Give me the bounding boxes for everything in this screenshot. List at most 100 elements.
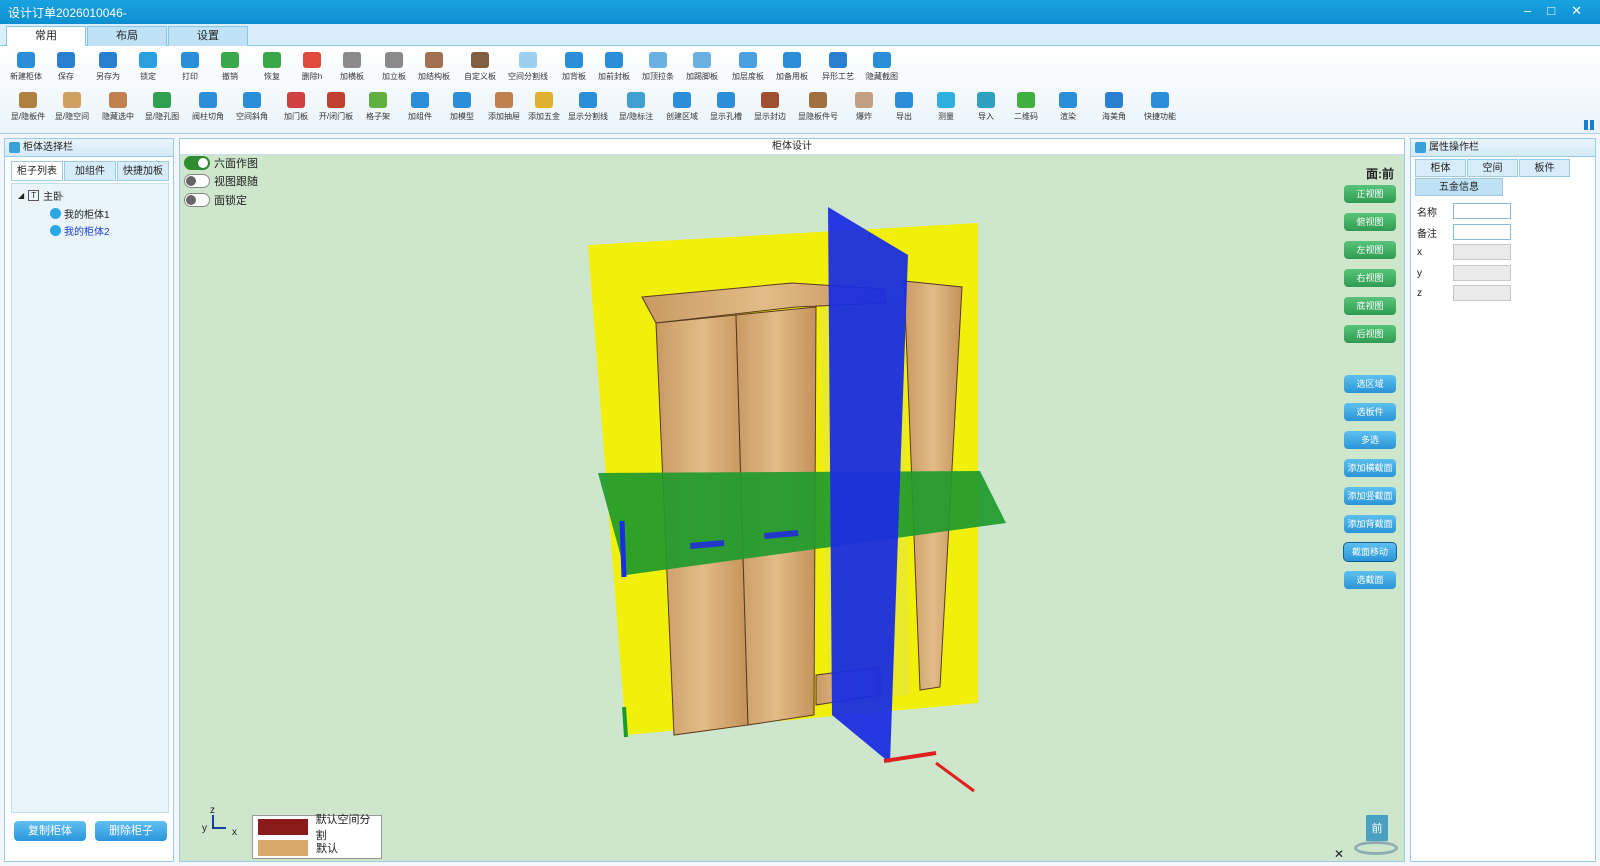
view-button[interactable]: 右视图 xyxy=(1344,269,1396,287)
toolbar-button[interactable]: 导出 xyxy=(882,92,926,122)
tree-item-cabinet-2[interactable]: 我的柜体2 xyxy=(50,223,110,238)
toolbar-button[interactable]: 加模型 xyxy=(440,92,484,122)
tab-quick-board[interactable]: 快捷加板 xyxy=(117,161,169,181)
view-button[interactable]: 底视图 xyxy=(1344,297,1396,315)
y-field[interactable] xyxy=(1453,265,1511,281)
tab-cabinet[interactable]: 柜体 xyxy=(1415,159,1466,177)
tab-layout[interactable]: 布局 xyxy=(87,26,167,46)
explode-icon xyxy=(855,92,873,108)
view-button[interactable]: 后视图 xyxy=(1344,325,1396,343)
toolbar-button[interactable]: 显/隐空间 xyxy=(50,92,94,122)
action-button[interactable]: 选截面 xyxy=(1344,571,1396,589)
x-field[interactable] xyxy=(1453,244,1511,260)
cabinet-icon xyxy=(50,225,61,236)
remark-field[interactable] xyxy=(1453,224,1511,240)
toolbar-button[interactable]: 保存 xyxy=(44,52,88,82)
toolbar-button[interactable]: 加层度板 xyxy=(726,52,770,82)
tab-add-component[interactable]: 加组件 xyxy=(64,161,116,181)
toolbar-button[interactable]: 隐藏截图 xyxy=(860,52,904,82)
copy-cabinet-button[interactable]: 复制柜体 xyxy=(14,821,86,841)
view-button[interactable]: 正视图 xyxy=(1344,185,1396,203)
action-button[interactable]: 添加横截面 xyxy=(1344,459,1396,477)
toolbar-button[interactable]: 加横板 xyxy=(330,52,374,82)
toolbar-button[interactable]: 格子架 xyxy=(356,92,400,122)
tab-space[interactable]: 空间 xyxy=(1467,159,1518,177)
prop-row-x: x xyxy=(1417,244,1511,260)
toolbar-button[interactable]: 自定义板 xyxy=(458,52,502,82)
toolbar-button[interactable]: 加组件 xyxy=(398,92,442,122)
toolbar-button[interactable]: 显示孔槽 xyxy=(704,92,748,122)
toolbar-button[interactable]: 爆炸 xyxy=(842,92,886,122)
toolbar-button-label: 加顶拉条 xyxy=(642,72,674,81)
collapse-arrow-icon[interactable]: ◢ xyxy=(18,191,24,200)
toolbar-button[interactable]: 新建柜体 xyxy=(4,52,48,82)
minimize-button[interactable]: – xyxy=(1524,3,1531,19)
tree-item-cabinet-1[interactable]: 我的柜体1 xyxy=(50,206,110,221)
toolbar-button[interactable]: 加备用板 xyxy=(770,52,814,82)
toolbar-button[interactable]: 空间分割线 xyxy=(506,52,550,82)
action-button[interactable]: 截面移动 xyxy=(1343,542,1397,562)
toolbar-button[interactable]: 加立板 xyxy=(372,52,416,82)
toolbar-button[interactable]: 海美角 xyxy=(1092,92,1136,122)
add-hardware-icon xyxy=(535,92,553,108)
delete-cabinet-button[interactable]: 删除柜子 xyxy=(95,821,167,841)
cabinet-3d-scene[interactable] xyxy=(180,155,1404,861)
tab-settings[interactable]: 设置 xyxy=(168,26,248,46)
toolbar-button[interactable]: 开/闭门板 xyxy=(314,92,358,122)
toolbar-button[interactable]: 打印 xyxy=(168,52,212,82)
toolbar-button[interactable]: 加背板 xyxy=(552,52,596,82)
toolbar-button[interactable]: 加结构板 xyxy=(412,52,456,82)
toolbar-button[interactable]: 锁定 xyxy=(126,52,170,82)
tab-cabinet-list[interactable]: 柜子列表 xyxy=(11,161,63,181)
action-button[interactable]: 选区域 xyxy=(1344,375,1396,393)
toolbar-button[interactable]: 阀柱切角 xyxy=(186,92,230,122)
toolbar-button[interactable]: 加踢脚板 xyxy=(680,52,724,82)
view-cube-front[interactable]: 前 xyxy=(1366,815,1388,841)
toolbar-button[interactable]: 显/隐板件 xyxy=(6,92,50,122)
toolbar-button[interactable]: 加前封板 xyxy=(592,52,636,82)
view-button[interactable]: 左视图 xyxy=(1344,241,1396,259)
action-button[interactable]: 添加竖截面 xyxy=(1344,487,1396,505)
toolbar-button[interactable]: 异形工艺 xyxy=(816,52,860,82)
close-button[interactable]: ✕ xyxy=(1571,3,1582,19)
view-button[interactable]: 俯视图 xyxy=(1344,213,1396,231)
create-area-icon xyxy=(673,92,691,108)
toolbar-button[interactable]: 渲染 xyxy=(1046,92,1090,122)
close-viewport-icon[interactable]: ✕ xyxy=(1334,847,1344,861)
toolbar-button[interactable]: 撤销 xyxy=(208,52,252,82)
toolbar-button[interactable]: 另存为 xyxy=(86,52,130,82)
z-field[interactable] xyxy=(1453,285,1511,301)
toolbar-button[interactable]: 快捷功能 xyxy=(1138,92,1182,122)
toolbar-button[interactable]: 加顶拉条 xyxy=(636,52,680,82)
toolbar-button[interactable]: 加门板 xyxy=(274,92,318,122)
toolbar-button[interactable]: 空间斜角 xyxy=(230,92,274,122)
action-button[interactable]: 添加背截面 xyxy=(1344,515,1396,533)
cabinet-select-panel: 柜体选择栏 柜子列表 加组件 快捷加板 ◢ T 主卧 我的柜体1 我的柜体2 复… xyxy=(4,138,174,862)
tab-common[interactable]: 常用 xyxy=(6,26,86,46)
tree-root[interactable]: ◢ T 主卧 xyxy=(18,188,63,203)
toolbar-button[interactable]: 隐藏选中 xyxy=(96,92,140,122)
action-button[interactable]: 多选 xyxy=(1344,431,1396,449)
tab-board[interactable]: 板件 xyxy=(1519,159,1570,177)
maximize-button[interactable]: □ xyxy=(1547,3,1555,19)
toolbar-button[interactable]: 显/隐孔图 xyxy=(140,92,184,122)
3d-viewport[interactable]: 六面作图 视图跟随 面锁定 面:前 正视图 俯视图 左视图 右视图 底视图 后视… xyxy=(180,155,1404,861)
toolbar-button[interactable]: 添加五金 xyxy=(522,92,566,122)
tab-hardware-info[interactable]: 五金信息 xyxy=(1415,178,1503,196)
action-button[interactable]: 选板件 xyxy=(1344,403,1396,421)
toolbar-button[interactable]: 显示封边 xyxy=(748,92,792,122)
toolbar-button[interactable]: 导入 xyxy=(964,92,1008,122)
toolbar-button[interactable]: 添加抽屉 xyxy=(482,92,526,122)
toolbar-button[interactable]: 显隐板件号 xyxy=(796,92,840,122)
print-icon xyxy=(181,52,199,68)
name-field[interactable] xyxy=(1453,203,1511,219)
toolbar-button[interactable]: 显示分割线 xyxy=(566,92,610,122)
ribbon-options-icon[interactable] xyxy=(1584,120,1594,130)
toolbar-button[interactable]: 删除h xyxy=(290,52,334,82)
toolbar-button[interactable]: 创建区域 xyxy=(660,92,704,122)
toolbar-button[interactable]: 显/隐标注 xyxy=(614,92,658,122)
view-cube-icon[interactable]: 前 xyxy=(1350,815,1400,855)
toolbar-button[interactable]: 二维码 xyxy=(1004,92,1048,122)
toolbar-button[interactable]: 测量 xyxy=(924,92,968,122)
toolbar-button[interactable]: 恢复 xyxy=(250,52,294,82)
